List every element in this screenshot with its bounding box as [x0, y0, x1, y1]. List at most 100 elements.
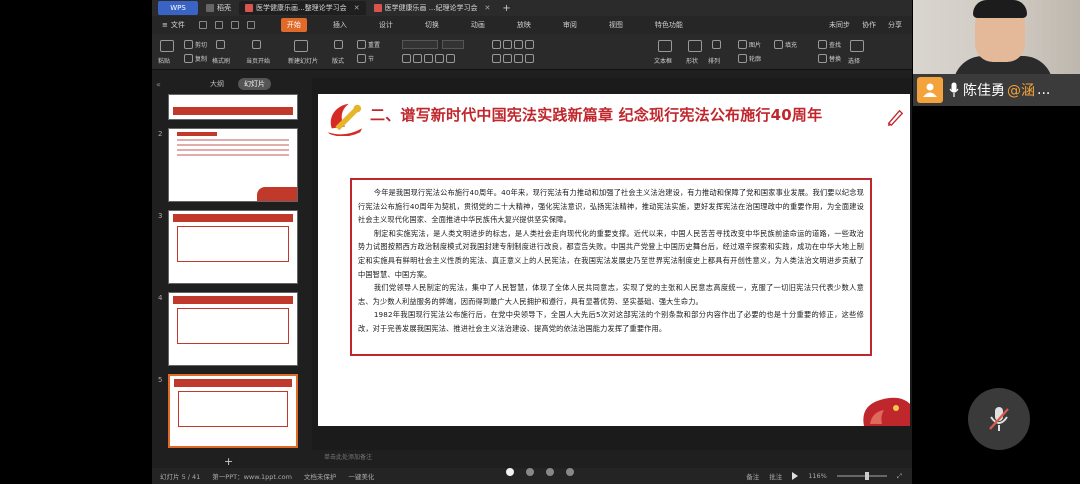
tab-animation[interactable]: 动画	[465, 18, 491, 32]
play-icon	[252, 40, 261, 49]
font-color-icon	[446, 54, 455, 63]
slide-thumbnail[interactable]	[168, 292, 298, 366]
microphone-muted-icon	[989, 407, 1009, 431]
align-right-icon	[514, 54, 523, 63]
notes-toggle[interactable]: 备注	[746, 471, 759, 481]
bullets-icon	[492, 40, 501, 49]
text-format-tools[interactable]	[402, 54, 455, 63]
participant-video[interactable]	[913, 0, 1080, 74]
user-silhouette	[923, 83, 937, 97]
slide-thumbnail-list: 2 3 4 5	[152, 92, 312, 460]
slide-thumbnail-selected[interactable]	[168, 374, 298, 448]
format-painter-button[interactable]	[216, 40, 225, 49]
tab-home[interactable]: 稻壳	[200, 1, 237, 15]
save-icon[interactable]	[198, 21, 207, 29]
slide-thumbnail[interactable]	[168, 210, 298, 284]
slide-counter: 幻灯片 5 / 41	[160, 473, 201, 481]
thumb-line	[177, 149, 289, 151]
zoom-slider-handle[interactable]	[864, 472, 869, 480]
close-icon[interactable]: ✕	[484, 4, 490, 12]
cut-label: 剪切	[195, 42, 208, 49]
hamburger-icon: ≡	[162, 21, 168, 29]
beautify-button[interactable]: 一键美化	[348, 471, 374, 481]
page-dot[interactable]	[526, 468, 534, 476]
slide-thumbnail[interactable]	[168, 94, 298, 120]
document-protection-status[interactable]: 文档未保护	[304, 471, 337, 481]
tab-design[interactable]: 设计	[373, 18, 399, 32]
cut-button[interactable]: 剪切	[184, 40, 207, 49]
slide-title[interactable]: 二、谱写新时代中国宪法实践新篇章 纪念现行宪法公布施行40周年	[370, 104, 900, 125]
play-slideshow-icon[interactable]	[792, 472, 799, 480]
paste-button[interactable]	[160, 40, 174, 52]
body-textbox[interactable]: 今年是我国现行宪法公布施行40周年。40年来，现行宪法有力推动和加强了社会主义法…	[350, 178, 872, 356]
tab-review[interactable]: 审阅	[557, 18, 583, 32]
outline-button[interactable]: 轮廓	[738, 54, 761, 63]
tab-document[interactable]: 医学健康乐画 ...紀理论学习会 ✕	[368, 1, 497, 15]
page-dot[interactable]	[546, 468, 554, 476]
page-dot[interactable]	[566, 468, 574, 476]
font-family-dropdown[interactable]	[402, 40, 438, 49]
paragraph-tools[interactable]	[492, 40, 534, 49]
speaker-bar: 陈佳勇 @涵 ...	[913, 74, 1080, 106]
notes-input[interactable]: 单击此处添加备注	[312, 452, 912, 464]
thumb-line	[177, 144, 289, 146]
bold-icon	[402, 54, 411, 63]
fit-window-icon[interactable]: ⤢	[897, 472, 902, 481]
arrange-button[interactable]	[712, 40, 721, 49]
wps-home-tab[interactable]: WPS	[158, 1, 198, 15]
tab-start[interactable]: 开始	[280, 18, 307, 32]
section-button[interactable]: 节	[357, 54, 374, 63]
textbox-button[interactable]	[658, 40, 672, 52]
page-dot-active[interactable]	[506, 468, 514, 476]
tab-insert[interactable]: 插入	[327, 18, 353, 32]
tab-view[interactable]: 视图	[603, 18, 629, 32]
tab-transition[interactable]: 切换	[419, 18, 445, 32]
picture-button[interactable]: 图片	[738, 40, 761, 49]
replace-label: 替换	[829, 56, 842, 63]
slide-number: 2	[158, 130, 163, 138]
close-icon[interactable]: ✕	[354, 4, 360, 12]
redo-icon[interactable]	[246, 21, 255, 29]
replace-button[interactable]: 替换	[818, 54, 841, 63]
tab-document-active[interactable]: 医学健康乐画...整理论学习会 ✕	[239, 1, 366, 15]
tab-slideshow[interactable]: 放映	[511, 18, 537, 32]
print-icon[interactable]	[214, 21, 223, 29]
zoom-level[interactable]: 116%	[808, 472, 827, 480]
numbering-icon	[503, 40, 512, 49]
play-from-current-button[interactable]	[252, 40, 261, 49]
add-slide-icon[interactable]: +	[224, 455, 233, 468]
undo-icon[interactable]	[230, 21, 239, 29]
fill-button[interactable]: 填充	[774, 40, 797, 49]
new-slide-button[interactable]	[294, 40, 308, 52]
ribbon-tabs: 开始 插入 设计 切换 动画 放映 审阅 视图 特色功能	[280, 18, 689, 32]
menu-bar: ≡ 文件 开始 插入 设计 切换 动画 放映 审阅 视图 特色功能 未同步 协作…	[152, 16, 912, 34]
tab-outline[interactable]: 大纲	[204, 78, 230, 90]
sync-status[interactable]: 未同步	[829, 20, 850, 30]
thumb-flag-decoration	[257, 187, 297, 201]
zoom-slider[interactable]	[836, 472, 887, 480]
align-tools[interactable]	[492, 54, 534, 63]
select-icon	[850, 40, 864, 52]
shape-button[interactable]	[688, 40, 702, 52]
slide-thumbnail[interactable]	[168, 128, 298, 202]
layout-button[interactable]: 版式	[332, 56, 344, 65]
find-label: 查找	[829, 42, 842, 49]
tab-special-features[interactable]: 特色功能	[649, 18, 689, 32]
current-slide[interactable]: 二、谱写新时代中国宪法实践新篇章 纪念现行宪法公布施行40周年 今年是我国现行宪…	[318, 94, 910, 426]
comment-toggle[interactable]: 批注	[769, 471, 782, 481]
tab-slides[interactable]: 幻灯片	[238, 78, 271, 90]
file-menu[interactable]: ≡ 文件	[162, 20, 185, 30]
select-button[interactable]	[850, 40, 864, 52]
share-button[interactable]: 分享	[888, 20, 902, 30]
speaker-name: 陈佳勇	[963, 83, 1005, 99]
find-button[interactable]: 查找	[818, 40, 841, 49]
font-family-box	[402, 40, 438, 49]
collaborate-button[interactable]: 协作	[862, 20, 876, 30]
reset-button[interactable]: 重置	[357, 40, 380, 49]
search-icon	[818, 40, 827, 49]
add-tab-icon[interactable]: +	[502, 3, 510, 14]
play-from-current-label: 当页开始	[246, 58, 271, 65]
font-size-dropdown[interactable]	[442, 40, 464, 49]
mute-toggle-button[interactable]	[968, 388, 1030, 450]
copy-button[interactable]: 复制	[184, 54, 207, 63]
